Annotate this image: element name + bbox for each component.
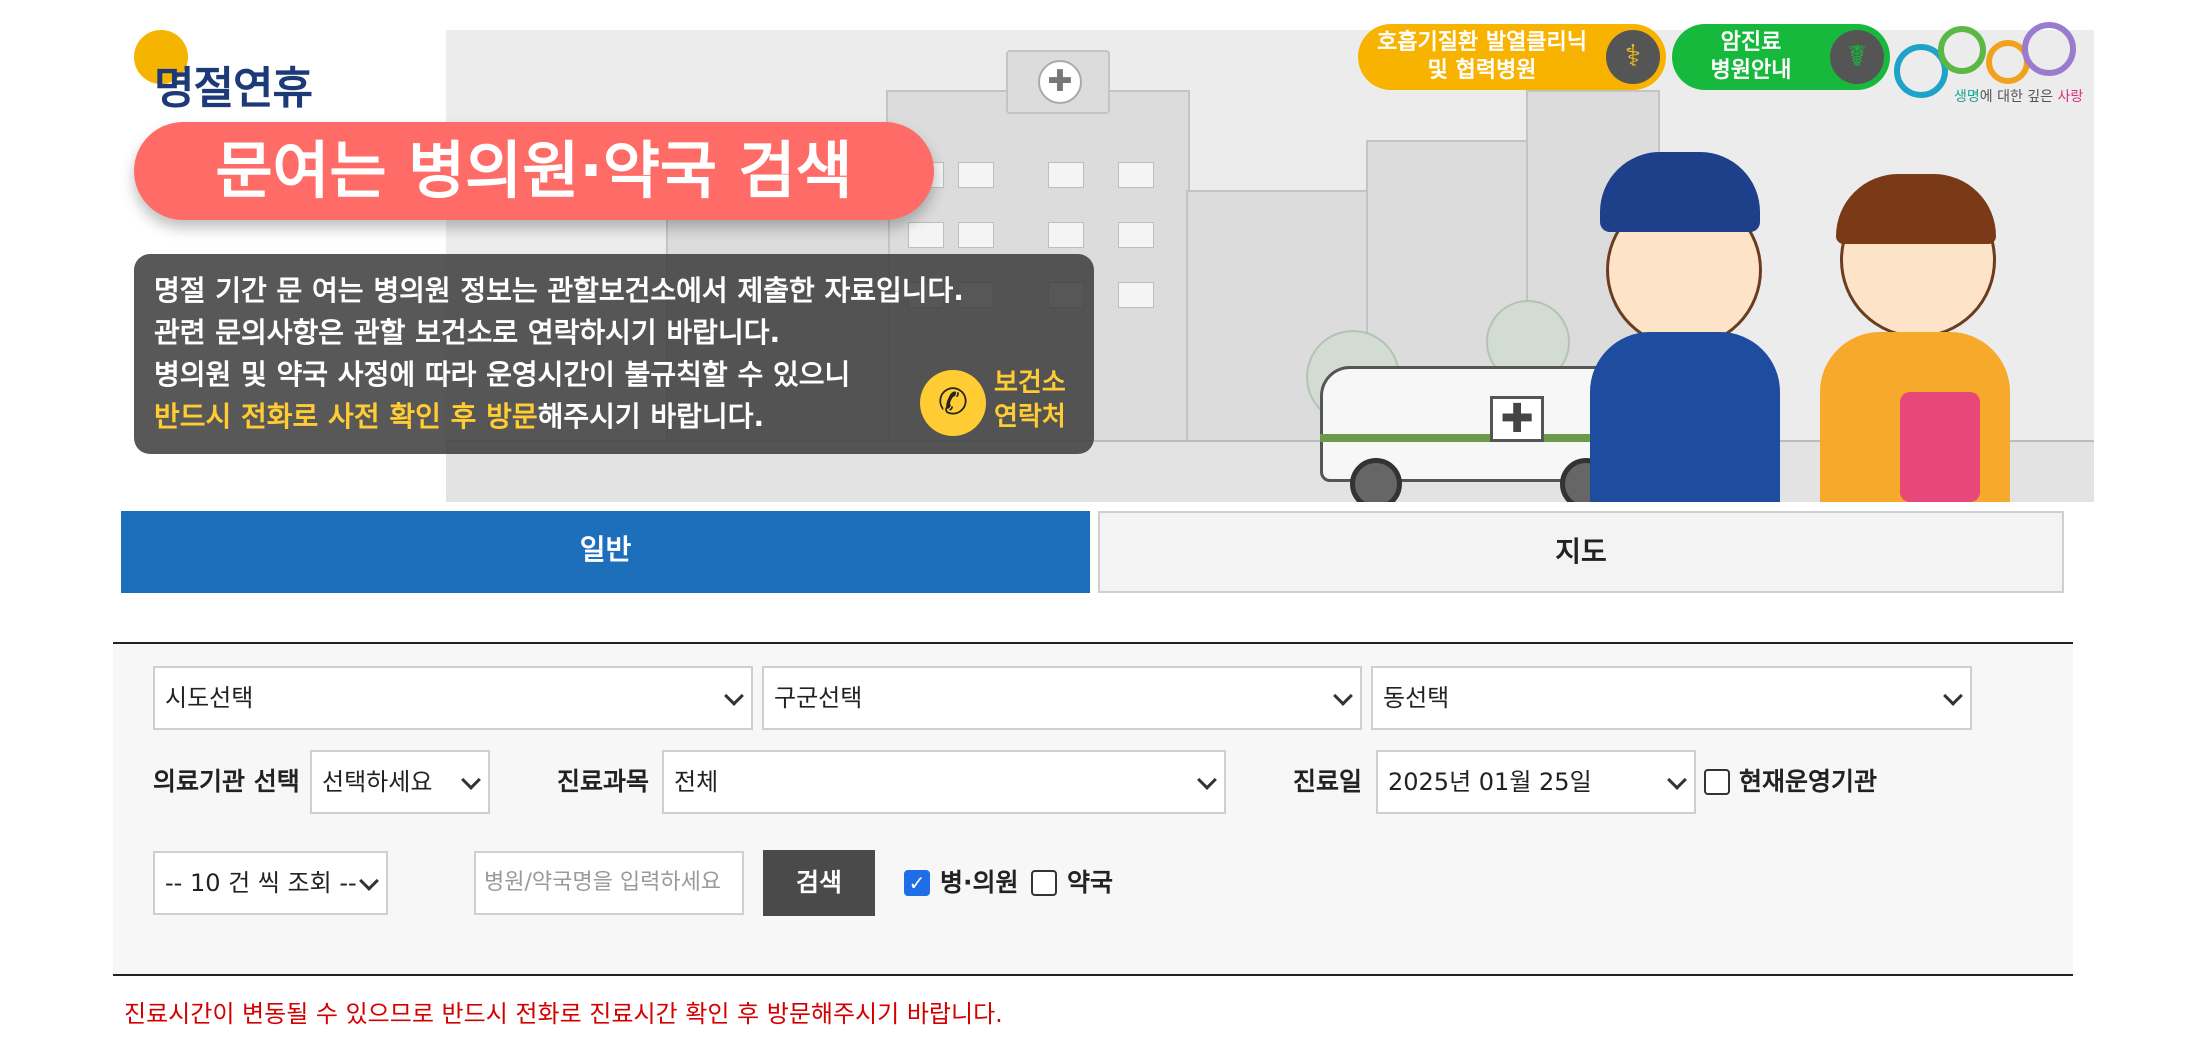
egen-tag-mid: 에 대한 깊은 (1979, 89, 2058, 105)
department-select[interactable]: 전체 (662, 750, 1226, 814)
department-label: 진료과목 (557, 767, 650, 796)
boy-hanbok-character (1570, 152, 1800, 502)
egen-logo[interactable]: 생명에 대한 깊은 사랑 (1894, 22, 2094, 105)
tab-map[interactable]: 지도 (1098, 511, 2064, 593)
info-line-2: 관련 문의사항은 관할 보건소로 연락하시기 바랍니다. (154, 316, 781, 349)
contact-label-line2: 연락처 (994, 402, 1066, 432)
name-search-input[interactable]: 병원/약국명을 입력하세요 (474, 851, 744, 915)
info-tail: 해주시기 바랍니다. (537, 400, 765, 433)
holiday-logo: 명절연휴 (154, 63, 313, 114)
search-panel: 시도선택 구군선택 동선택 의료기관 선택 선택하세요 진료과목 전체 진료일 … (113, 642, 2073, 976)
institution-select-value: 선택하세요 (322, 768, 433, 796)
chevron-down-icon (1943, 686, 1963, 706)
gugun-select[interactable]: 구군선택 (762, 666, 1362, 730)
chevron-down-icon (1197, 770, 1217, 790)
sido-select[interactable]: 시도선택 (153, 666, 753, 730)
date-select[interactable]: 2025년 01월 25일 (1376, 750, 1696, 814)
chevron-down-icon (1667, 770, 1687, 790)
info-line-1: 명절 기간 문 여는 병의원 정보는 관할보건소에서 제출한 자료입니다. (154, 274, 964, 307)
egen-tag-suffix: 사랑 (2057, 89, 2084, 105)
cancer-hospital-link[interactable]: 암진료 병원안내 ☤ (1672, 24, 1890, 90)
egen-tag-prefix: 생명 (1954, 89, 1980, 105)
fever-clinic-line2: 및 협력병원 (1427, 58, 1537, 83)
fever-clinic-line1: 호흡기질환 발열클리닉 (1376, 30, 1588, 55)
girl-hanbok-character (1800, 162, 2040, 502)
cancer-hospital-line2: 병원안내 (1710, 58, 1792, 83)
sido-select-value: 시도선택 (165, 684, 254, 712)
chevron-down-icon (461, 770, 481, 790)
hospital-checkbox-label: 병·의원 (940, 868, 1019, 897)
contact-label-line1: 보건소 (994, 368, 1066, 398)
page-size-value: -- 10 건 씩 조회 -- (165, 869, 357, 897)
phone-icon: ✆ (920, 370, 986, 436)
chevron-down-icon (359, 871, 379, 891)
institution-select[interactable]: 선택하세요 (310, 750, 490, 814)
pharmacy-checkbox-label: 약국 (1067, 868, 1114, 897)
search-button[interactable]: 검색 (763, 850, 875, 916)
info-highlight: 반드시 전화로 사전 확인 후 방문 (154, 400, 538, 433)
visit-notice: 진료시간이 변동될 수 있으므로 반드시 전화로 진료시간 확인 후 방문해주시… (124, 1000, 1003, 1028)
tab-general[interactable]: 일반 (121, 511, 1090, 593)
hero-banner: ✚ ✚ 명절연휴 문여는 병의원·약국 검색 명절 기간 문 여는 병의원 정보… (120, 22, 2094, 502)
currently-open-checkbox[interactable] (1704, 769, 1730, 795)
institution-label: 의료기관 선택 (153, 767, 300, 796)
currently-open-label: 현재운영기관 (1739, 767, 1878, 796)
info-notice-box: 명절 기간 문 여는 병의원 정보는 관할보건소에서 제출한 자료입니다. 관련… (134, 254, 1094, 454)
page-title: 문여는 병의원·약국 검색 (134, 122, 934, 220)
health-center-contact-button[interactable]: ✆ 보건소 연락처 (920, 366, 1080, 438)
chevron-down-icon (1333, 686, 1353, 706)
lungs-icon: ⚕ (1606, 30, 1660, 84)
date-select-value: 2025년 01월 25일 (1388, 768, 1592, 796)
hospital-checkbox[interactable]: ✓ (904, 870, 930, 896)
page-size-select[interactable]: -- 10 건 씩 조회 -- (153, 851, 388, 915)
fever-clinic-link[interactable]: 호흡기질환 발열클리닉 및 협력병원 ⚕ (1358, 24, 1666, 90)
chevron-down-icon (724, 686, 744, 706)
department-select-value: 전체 (674, 768, 719, 796)
dong-select[interactable]: 동선택 (1371, 666, 1972, 730)
gugun-select-value: 구군선택 (774, 684, 863, 712)
pharmacy-checkbox[interactable] (1031, 870, 1057, 896)
cancer-hospital-line1: 암진료 (1720, 30, 1782, 55)
date-label: 진료일 (1293, 767, 1363, 796)
stethoscope-icon: ☤ (1830, 30, 1884, 84)
dong-select-value: 동선택 (1383, 684, 1450, 712)
